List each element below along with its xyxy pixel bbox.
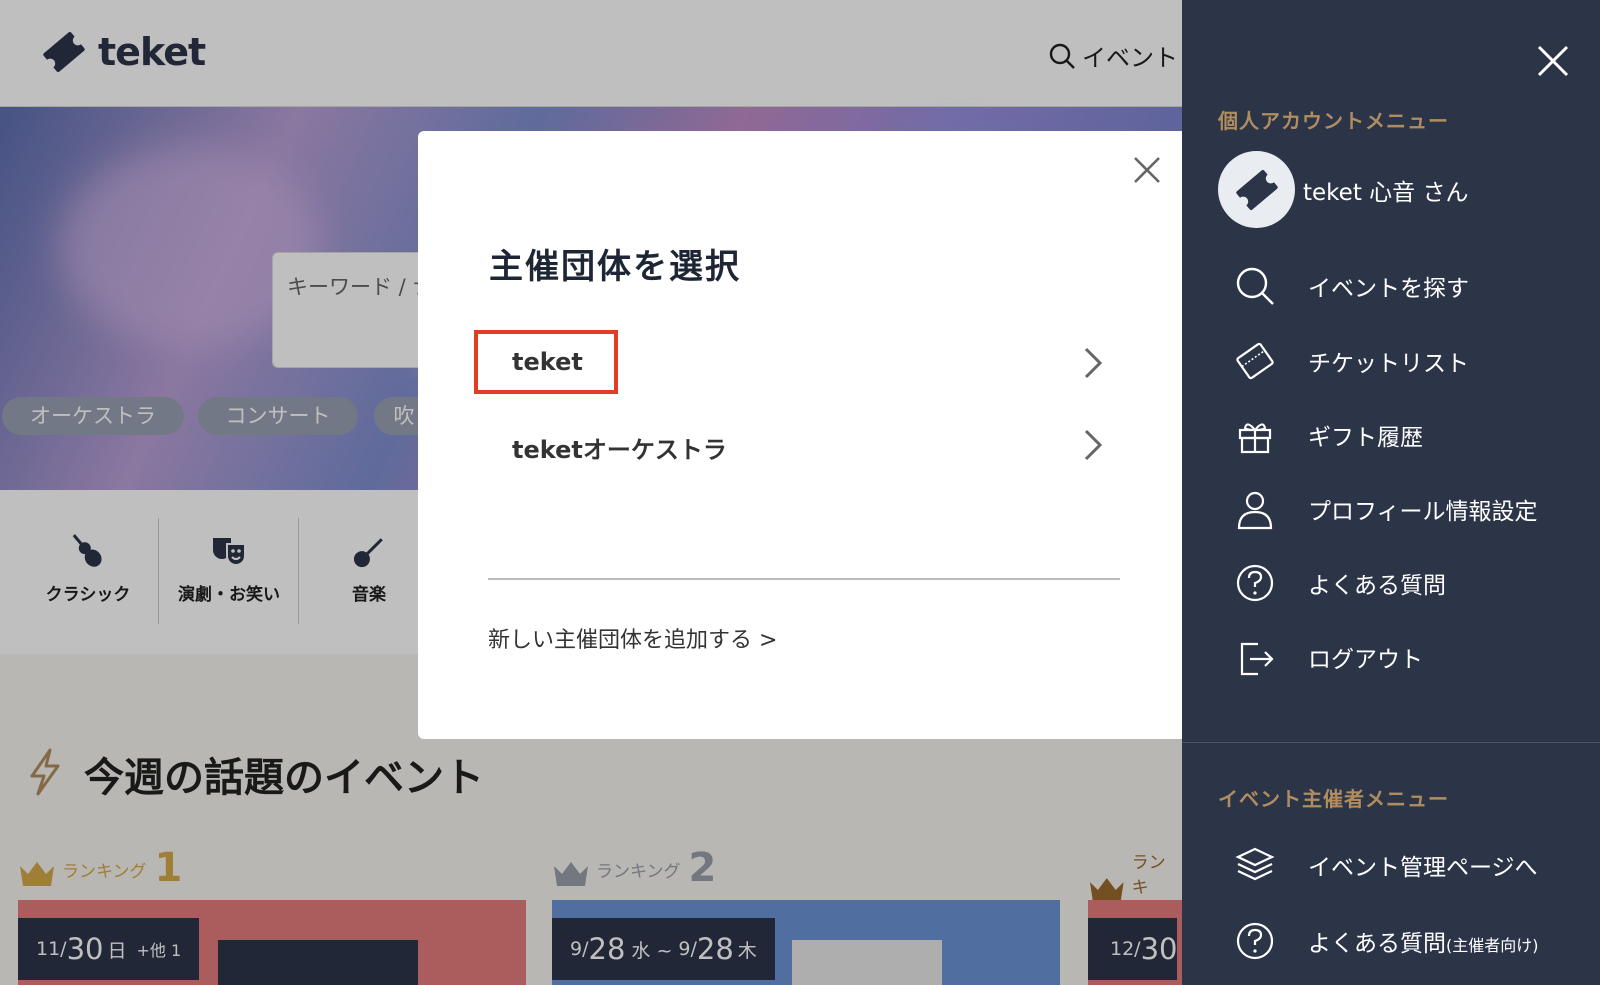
select-organizer-modal: 主催団体を選択 teket teketオーケストラ 新しい主催団体を追加する > bbox=[418, 131, 1190, 739]
chevron-right-icon bbox=[1084, 429, 1103, 461]
avatar bbox=[1218, 151, 1295, 228]
modal-title: 主催団体を選択 bbox=[489, 247, 741, 287]
account-side-menu: 個人アカウントメニュー teket 心音 さん イベントを探す チケットリスト … bbox=[1182, 0, 1600, 985]
question-icon bbox=[1236, 922, 1274, 960]
personal-menu-title: 個人アカウントメニュー bbox=[1218, 109, 1449, 133]
user-profile: teket 心音 さん bbox=[1218, 151, 1468, 228]
organizer-option-teket-orchestra[interactable]: teketオーケストラ bbox=[482, 414, 1122, 476]
close-icon[interactable] bbox=[1132, 155, 1162, 185]
menu-item-label: ギフト履歴 bbox=[1308, 425, 1423, 451]
menu-item-gift-history[interactable]: ギフト履歴 bbox=[1234, 414, 1423, 456]
organizer-menu-title: イベント主催者メニュー bbox=[1218, 787, 1449, 811]
menu-item-ticket-list[interactable]: チケットリスト bbox=[1234, 340, 1469, 382]
layers-icon bbox=[1235, 847, 1275, 881]
menu-item-label: プロフィール情報設定 bbox=[1308, 499, 1538, 525]
menu-item-label: よくある質問(主催者向け) bbox=[1308, 924, 1539, 958]
user-name: teket 心音 さん bbox=[1303, 179, 1469, 206]
add-organizer-link[interactable]: 新しい主催団体を追加する > bbox=[488, 622, 777, 654]
page: teket イベント キーワード / ナ オーケストラ コンサート 吹 クラシッ… bbox=[0, 0, 1600, 985]
person-icon bbox=[1237, 491, 1273, 530]
menu-item-find-events[interactable]: イベントを探す bbox=[1234, 265, 1469, 307]
menu-item-label: ログアウト bbox=[1308, 647, 1423, 673]
menu-item-profile-settings[interactable]: プロフィール情報設定 bbox=[1234, 488, 1538, 530]
logout-icon bbox=[1240, 642, 1274, 676]
menu-item-faq[interactable]: よくある質問 bbox=[1234, 562, 1446, 604]
search-icon bbox=[1236, 267, 1274, 305]
menu-item-event-management[interactable]: イベント管理ページへ bbox=[1234, 844, 1538, 886]
ticket-logo-icon bbox=[1235, 169, 1278, 210]
menu-item-logout[interactable]: ログアウト bbox=[1234, 636, 1423, 678]
highlight-box bbox=[474, 330, 618, 394]
ticket-icon bbox=[1236, 342, 1274, 380]
menu-item-label-main: よくある質問 bbox=[1308, 931, 1446, 957]
close-icon[interactable] bbox=[1536, 44, 1570, 78]
menu-item-label: チケットリスト bbox=[1308, 351, 1469, 377]
chevron-right-icon bbox=[1084, 347, 1103, 379]
question-icon bbox=[1236, 564, 1274, 602]
menu-item-organizer-faq[interactable]: よくある質問(主催者向け) bbox=[1234, 920, 1539, 962]
menu-item-label: よくある質問 bbox=[1308, 573, 1446, 599]
menu-item-label: イベントを探す bbox=[1308, 276, 1469, 302]
gift-icon bbox=[1238, 423, 1272, 454]
menu-item-label: イベント管理ページへ bbox=[1308, 855, 1538, 881]
menu-item-label-suffix: (主催者向け) bbox=[1446, 936, 1539, 955]
panel-divider bbox=[1182, 742, 1600, 743]
organizer-label: teketオーケストラ bbox=[512, 436, 727, 464]
modal-divider bbox=[488, 578, 1120, 580]
